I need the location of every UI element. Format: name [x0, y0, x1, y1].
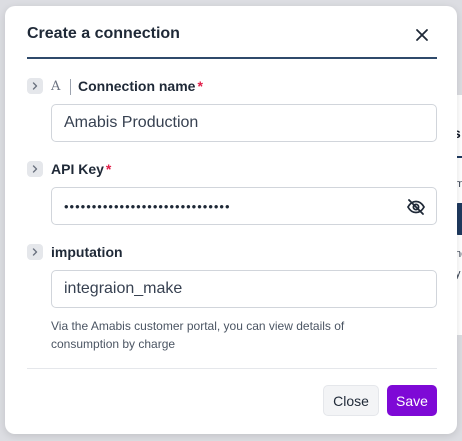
connection-name-label-text: Connection name [78, 78, 196, 94]
close-button[interactable]: Close [323, 385, 379, 416]
dialog-header: Create a connection [27, 24, 437, 58]
api-key-label: API Key * [51, 161, 111, 177]
chevron-right-icon[interactable] [27, 78, 43, 94]
create-connection-dialog: Create a connection A Connection name * A… [5, 6, 457, 434]
dialog-title: Create a connection [27, 25, 180, 42]
text-type-icon: A [51, 79, 61, 94]
connection-name-field: A Connection name * Amabis Production [27, 78, 437, 148]
help-text-line: consumption by charge [51, 337, 176, 351]
imputation-help-text: Via the Amabis customer portal, you can … [51, 317, 411, 353]
required-marker: * [105, 161, 112, 177]
footer-divider [27, 368, 437, 369]
imputation-field: imputation integraion_make Via the Amabi… [27, 244, 437, 354]
api-key-masked-value: •••••••••••••••••••••••••••••• [64, 198, 231, 214]
imputation-value: integraion_make [64, 280, 183, 297]
type-separator [70, 79, 71, 95]
chevron-right-icon[interactable] [27, 244, 43, 260]
connection-name-value: Amabis Production [64, 114, 199, 131]
close-icon[interactable] [411, 24, 433, 46]
imputation-label: imputation [51, 244, 123, 260]
save-button[interactable]: Save [387, 385, 437, 416]
chevron-right-icon[interactable] [27, 161, 43, 177]
imputation-input[interactable]: integraion_make [51, 270, 437, 308]
eye-off-icon[interactable] [406, 197, 426, 217]
header-divider [27, 57, 437, 59]
connection-name-input[interactable]: Amabis Production [51, 104, 437, 142]
connection-name-label: Connection name * [78, 78, 203, 94]
api-key-field: API Key * •••••••••••••••••••••••••••••• [27, 161, 437, 231]
api-key-label-text: API Key [51, 161, 104, 177]
required-marker: * [197, 78, 203, 94]
help-text-line: Via the Amabis customer portal, you can … [51, 319, 345, 333]
api-key-input[interactable]: •••••••••••••••••••••••••••••• [51, 187, 437, 225]
